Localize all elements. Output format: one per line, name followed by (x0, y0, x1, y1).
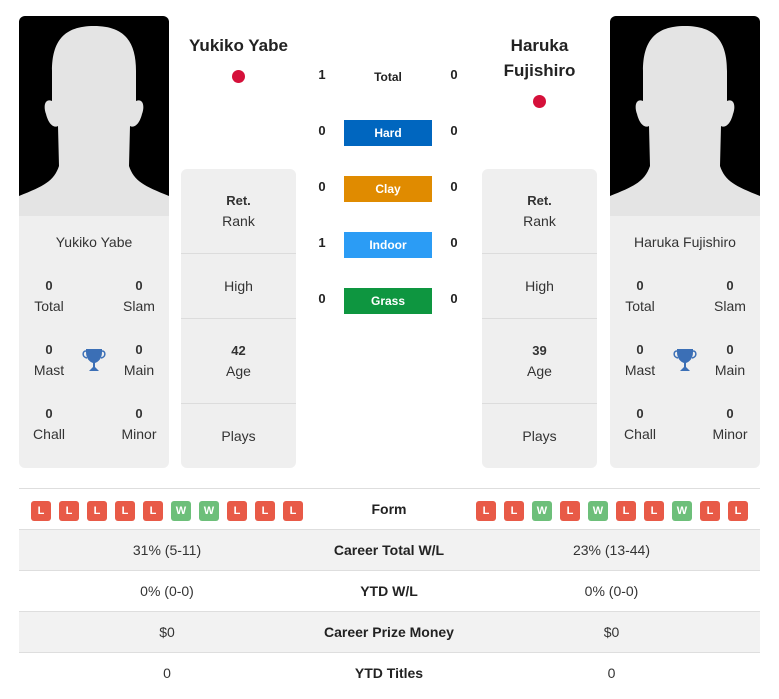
player1-titles-mast: 0 Mast (33, 342, 65, 378)
h2h-grass-p2: 0 (450, 291, 458, 306)
career-total-row: 31% (5-11) Career Total W/L 23% (13-44) (19, 529, 760, 570)
player1-plays: Plays (221, 428, 256, 444)
player2-rank: Ret. Rank (523, 193, 556, 229)
player1-card: Yukiko Yabe 0 Total 0 Slam 0 Mast 0 Main… (19, 16, 169, 468)
divider (482, 318, 597, 319)
player2-age: 39 Age (527, 343, 552, 379)
player1-ytd-titles: 0 (163, 665, 171, 681)
player2-titles-mast: 0 Mast (624, 342, 656, 378)
form-win-badge[interactable]: W (199, 501, 219, 521)
player1-photo (19, 16, 169, 216)
h2h-clay-p1: 0 (318, 179, 326, 194)
divider (181, 253, 296, 254)
h2h-total-label: Total (374, 70, 402, 84)
h2h-hard-p2: 0 (450, 123, 458, 138)
h2h-clay-p2: 0 (450, 179, 458, 194)
player1-high: High (224, 278, 253, 294)
surface-hard-badge[interactable]: Hard (344, 120, 432, 146)
player1-career-total: 31% (5-11) (132, 542, 202, 558)
ytd-titles-row: 0 YTD Titles 0 (19, 652, 760, 693)
h2h-indoor-p2: 0 (450, 235, 458, 250)
player2-career-total: 23% (13-44) (572, 542, 651, 558)
player2-titles-slam: 0 Slam (714, 278, 746, 314)
japan-flag-icon (533, 95, 546, 108)
form-label: Form (371, 501, 407, 517)
surface-grass-badge[interactable]: Grass (344, 288, 432, 314)
form-win-badge[interactable]: W (171, 501, 191, 521)
player2-prize-money: $0 (603, 624, 620, 640)
player2-info-panel: Ret. Rank High 39 Age Plays (482, 169, 597, 468)
form-loss-badge[interactable]: L (227, 501, 247, 521)
player1-titles-main: 0 Main (123, 342, 155, 378)
prize-money-label: Career Prize Money (324, 624, 454, 640)
career-total-label: Career Total W/L (333, 542, 445, 558)
player2-titles-total: 0 Total (625, 278, 655, 314)
h2h-hard-p1: 0 (318, 123, 326, 138)
silhouette-icon (19, 26, 169, 216)
surface-clay-badge[interactable]: Clay (344, 176, 432, 202)
player2-form: LLWLWLLWLL (463, 489, 760, 530)
form-loss-badge[interactable]: L (143, 501, 163, 521)
ytd-wl-label: YTD W/L (360, 583, 418, 599)
form-loss-badge[interactable]: L (644, 501, 664, 521)
player2-high: High (525, 278, 554, 294)
player1-ytd-wl: 0% (0-0) (140, 583, 194, 599)
player1-name[interactable]: Yukiko Yabe (181, 33, 296, 58)
h2h-grass-p1: 0 (318, 291, 326, 306)
h2h-total-p2: 0 (450, 67, 458, 82)
form-loss-badge[interactable]: L (115, 501, 135, 521)
player2-titles-chall: 0 Chall (624, 406, 656, 442)
form-loss-badge[interactable]: L (560, 501, 580, 521)
trophy-icon (82, 347, 106, 373)
player1-titles-chall: 0 Chall (33, 406, 65, 442)
form-win-badge[interactable]: W (532, 501, 552, 521)
player1-titles-total: 0 Total (34, 278, 64, 314)
player1-age: 42 Age (226, 343, 251, 379)
player2-plays: Plays (522, 428, 557, 444)
player1-prize-money: $0 (159, 624, 175, 640)
form-loss-badge[interactable]: L (728, 501, 748, 521)
ytd-titles-label: YTD Titles (354, 665, 424, 681)
silhouette-icon (610, 26, 760, 216)
player1-rank: Ret. Rank (222, 193, 255, 229)
player2-titles-main: 0 Main (714, 342, 746, 378)
player2-ytd-wl: 0% (0-0) (584, 583, 639, 599)
form-loss-badge[interactable]: L (31, 501, 51, 521)
form-loss-badge[interactable]: L (87, 501, 107, 521)
form-loss-badge[interactable]: L (59, 501, 79, 521)
form-loss-badge[interactable]: L (616, 501, 636, 521)
player2-card: Haruka Fujishiro 0 Total 0 Slam 0 Mast 0… (610, 16, 760, 468)
divider (482, 403, 597, 404)
player2-titles-minor: 0 Minor (712, 406, 748, 442)
japan-flag-icon (232, 70, 245, 83)
surface-indoor-badge[interactable]: Indoor (344, 232, 432, 258)
divider (181, 403, 296, 404)
form-loss-badge[interactable]: L (255, 501, 275, 521)
form-win-badge[interactable]: W (588, 501, 608, 521)
divider (482, 253, 597, 254)
form-row: LLLLLWWLLL Form LLWLWLLWLL (19, 488, 760, 529)
player2-photo (610, 16, 760, 216)
form-win-badge[interactable]: W (672, 501, 692, 521)
prize-money-row: $0 Career Prize Money $0 (19, 611, 760, 652)
trophy-icon (673, 347, 697, 373)
form-loss-badge[interactable]: L (700, 501, 720, 521)
form-loss-badge[interactable]: L (283, 501, 303, 521)
player2-card-name: Haruka Fujishiro (634, 234, 736, 250)
form-loss-badge[interactable]: L (504, 501, 524, 521)
h2h-total-p1: 1 (318, 67, 326, 82)
player1-titles-minor: 0 Minor (121, 406, 157, 442)
player1-card-name: Yukiko Yabe (55, 234, 133, 250)
form-loss-badge[interactable]: L (476, 501, 496, 521)
player2-name[interactable]: Haruka Fujishiro (482, 33, 597, 83)
divider (181, 318, 296, 319)
player1-form: LLLLLWWLLL (19, 489, 315, 530)
player1-titles-slam: 0 Slam (123, 278, 155, 314)
h2h-indoor-p1: 1 (318, 235, 326, 250)
ytd-wl-row: 0% (0-0) YTD W/L 0% (0-0) (19, 570, 760, 611)
player2-ytd-titles: 0 (607, 665, 616, 681)
player1-info-panel: Ret. Rank High 42 Age Plays (181, 169, 296, 468)
